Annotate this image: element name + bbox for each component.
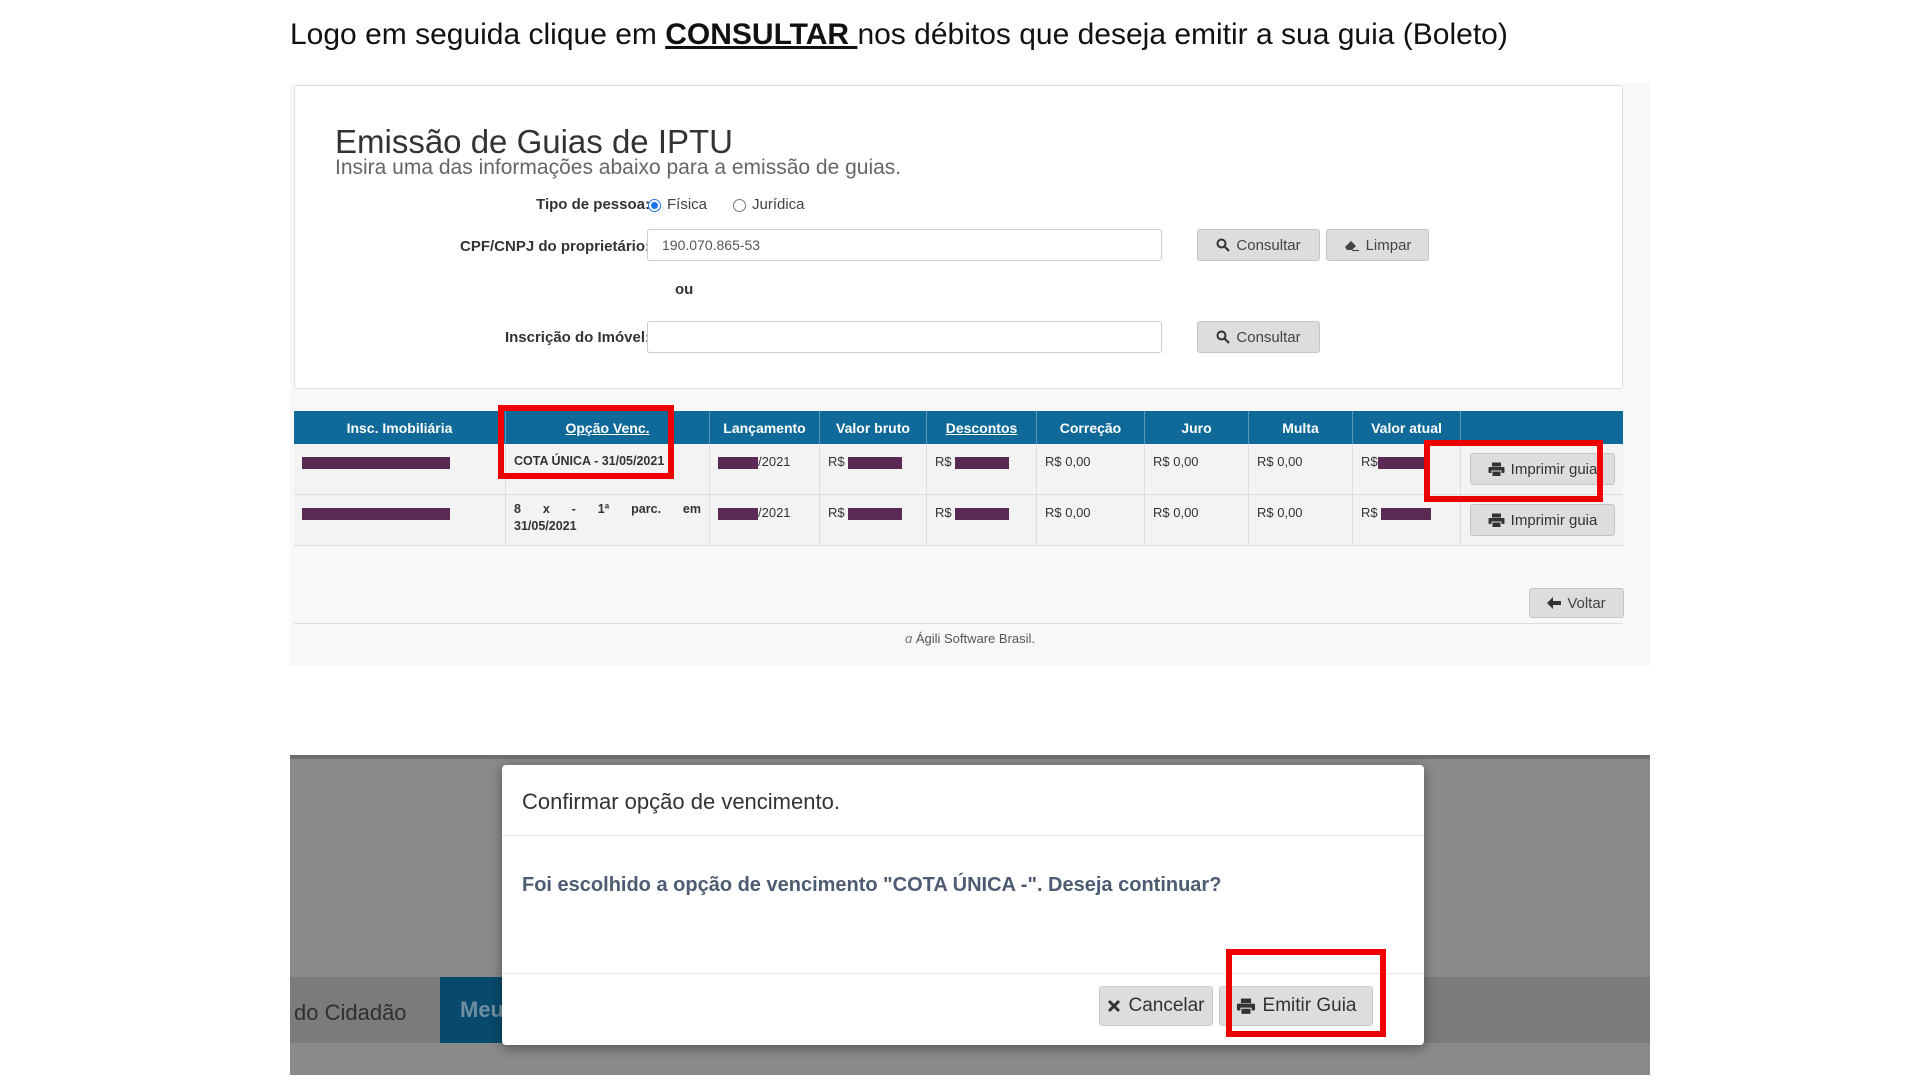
col-valor-bruto: Valor bruto	[820, 411, 927, 444]
close-icon	[1108, 999, 1121, 1013]
printer-icon	[1488, 513, 1505, 528]
redacted-block	[1377, 456, 1428, 469]
col-descontos-label: Descontos	[945, 419, 1018, 436]
redacted-block	[955, 456, 1010, 469]
cancel-label: Cancelar	[1128, 995, 1205, 1016]
consult-inscricao-button[interactable]: Consultar	[1197, 321, 1320, 353]
print-guide-label: Imprimir guia	[1510, 511, 1598, 529]
search-icon	[1216, 330, 1231, 344]
cell-juro: R$ 0,00	[1145, 444, 1249, 494]
cell-lancamento: /2021	[710, 495, 820, 545]
instruction-suffix: nos débitos que deseja emitir a sua guia…	[857, 18, 1508, 51]
cell-valor-atual-cur: R$	[1361, 505, 1378, 520]
cell-correcao: R$ 0,00	[1037, 495, 1145, 545]
person-type-label: Tipo de pessoa:	[536, 196, 650, 213]
col-juro: Juro	[1145, 411, 1249, 444]
overlay-top-edge	[290, 755, 1650, 759]
redacted-block	[718, 456, 758, 469]
iptu-screenshot: Emissão de Guias de IPTU Insira uma das …	[290, 83, 1650, 666]
cell-descontos-cur: R$	[935, 505, 952, 520]
footer-credit: ɑ Ágili Software Brasil.	[290, 631, 1650, 646]
redacted-block	[1381, 507, 1432, 520]
cell-action: Imprimir guia	[1461, 495, 1623, 545]
redacted-block	[302, 456, 450, 469]
instruction-text: Logo em seguida clique em CONSULTAR nos …	[290, 18, 1508, 52]
back-label: Voltar	[1567, 594, 1606, 612]
highlight-emit-box	[1226, 949, 1386, 1037]
cell-multa: R$ 0,00	[1249, 495, 1353, 545]
col-correcao: Correção	[1037, 411, 1145, 444]
consult-inscricao-label: Consultar	[1236, 328, 1301, 346]
clear-label: Limpar	[1365, 236, 1412, 254]
instruction-emphasis: CONSULTAR	[665, 18, 858, 51]
search-form-card: Emissão de Guias de IPTU Insira uma das …	[294, 85, 1623, 389]
cell-descontos: R$	[927, 495, 1037, 545]
radio-fisica-label: Física	[667, 196, 708, 213]
cell-correcao: R$ 0,00	[1037, 444, 1145, 494]
cell-insc	[294, 444, 506, 494]
table-row: 8 x - 1ª parc. em 31/05/2021 /2021 R$ R$…	[294, 495, 1623, 546]
col-multa: Multa	[1249, 411, 1353, 444]
col-descontos[interactable]: Descontos	[927, 411, 1037, 444]
cell-juro: R$ 0,00	[1145, 495, 1249, 545]
cell-valor-bruto-cur: R$	[828, 454, 845, 469]
nav-item-meu[interactable]: Meu	[440, 977, 510, 1043]
col-insc: Insc. Imobiliária	[294, 411, 506, 444]
cell-insc	[294, 495, 506, 545]
cell-descontos: R$	[927, 444, 1037, 494]
or-separator: ou	[675, 281, 694, 298]
search-icon	[1216, 238, 1231, 252]
arrow-left-icon	[1547, 597, 1562, 609]
modal-title: Confirmar opção de vencimento.	[522, 789, 840, 814]
redacted-block	[848, 507, 903, 520]
inscricao-label: Inscrição do Imóvel:	[504, 329, 650, 346]
radio-fisica[interactable]	[648, 199, 661, 212]
inscricao-input[interactable]	[647, 321, 1162, 353]
consult-cpf-button[interactable]: Consultar	[1197, 229, 1320, 261]
cell-valor-bruto-cur: R$	[828, 505, 845, 520]
redacted-block	[718, 507, 758, 520]
modal-divider	[502, 835, 1424, 836]
footer-credit-text: Ágili Software Brasil.	[915, 631, 1036, 646]
highlight-opcao-box	[498, 405, 674, 479]
redacted-block	[302, 507, 450, 520]
cell-valor-atual: R$	[1353, 495, 1461, 545]
confirm-screenshot: do Cidadão Meu Confirmar opção de vencim…	[290, 755, 1650, 1075]
consult-cpf-label: Consultar	[1236, 236, 1301, 254]
cell-descontos-cur: R$	[935, 454, 952, 469]
footer-divider	[294, 623, 1623, 624]
cell-valor-bruto: R$	[820, 444, 927, 494]
instruction-prefix: Logo em seguida clique em	[290, 18, 666, 51]
col-lancamento: Lançamento	[710, 411, 820, 444]
radio-juridica-label: Jurídica	[752, 196, 805, 213]
highlight-print-box	[1424, 440, 1603, 502]
cell-opcao: 8 x - 1ª parc. em 31/05/2021	[506, 495, 710, 545]
cell-multa: R$ 0,00	[1249, 444, 1353, 494]
cell-lancamento-text: /2021	[758, 505, 791, 520]
modal-message: Foi escolhido a opção de vencimento "COT…	[522, 874, 1222, 896]
clear-button[interactable]: Limpar	[1326, 229, 1429, 261]
redacted-block	[848, 456, 903, 469]
cell-valor-atual-cur: R$	[1361, 454, 1378, 469]
cell-lancamento-text: /2021	[758, 454, 791, 469]
nav-item-cidadao[interactable]: do Cidadão	[294, 1000, 407, 1026]
cpf-input[interactable]: 190.070.865-53	[647, 229, 1162, 261]
page-subtitle: Insira uma das informações abaixo para a…	[335, 156, 902, 179]
eraser-icon	[1344, 240, 1359, 251]
radio-juridica[interactable]	[733, 199, 746, 212]
cell-lancamento: /2021	[710, 444, 820, 494]
cancel-button[interactable]: Cancelar	[1099, 986, 1213, 1026]
cpf-label: CPF/CNPJ do proprietário:	[459, 238, 650, 255]
cell-valor-bruto: R$	[820, 495, 927, 545]
redacted-block	[955, 507, 1010, 520]
agili-logo-icon: ɑ	[904, 631, 913, 646]
print-guide-button[interactable]: Imprimir guia	[1470, 504, 1615, 536]
back-button[interactable]: Voltar	[1529, 588, 1624, 618]
